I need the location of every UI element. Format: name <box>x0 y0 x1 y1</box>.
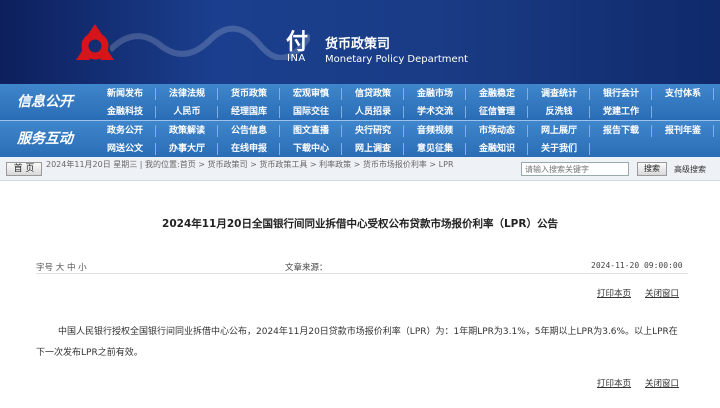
article-date: 2024-11-20 09:00:00 <box>591 261 683 270</box>
meta-divider <box>36 273 688 274</box>
banner-decoration <box>110 25 310 60</box>
close-window-link[interactable]: 关闭窗口 <box>645 379 679 389</box>
main-nav: 信息公开 新闻发布 法律法规 货币政策 宏观审慎 信贷政策 金融市场 金融稳定 调查统计 银行会… <box>0 84 720 157</box>
nav-item-service-8[interactable]: 报告下载 <box>591 122 652 140</box>
nav-item-info-7[interactable]: 调查统计 <box>529 85 590 103</box>
font-size-small[interactable]: 小 <box>78 263 87 273</box>
dept-name-cn: 货币政策司 <box>325 37 391 52</box>
nav-item-info-1[interactable]: 人民币 <box>157 103 218 121</box>
font-size-controls: 字号 大 中 小 <box>36 261 87 273</box>
nav-section-service: 服务互动 政务公开 政策解读 公告信息 图文直播 央行研究 音频视频 市场动态 网上展厅 报告下… <box>0 121 720 157</box>
breadcrumb: 2024年11月20日 星期三 | 我的位置:首页 > 货币政策司 > 货币政策… <box>46 160 454 169</box>
nav-item-service-5[interactable]: 意见征集 <box>405 140 466 158</box>
nav-item-info-2[interactable]: 货币政策 <box>219 85 280 103</box>
font-size-medium[interactable]: 中 <box>67 263 76 273</box>
nav-item-service-7[interactable]: 关于我们 <box>529 140 590 158</box>
close-window-link[interactable]: 关闭窗口 <box>645 289 679 299</box>
nav-item-service-0[interactable]: 政务公开 <box>95 122 156 140</box>
nav-item-info-6[interactable]: 金融稳定 <box>467 85 528 103</box>
nav-item-info-7[interactable]: 反洗钱 <box>529 103 590 121</box>
nav-item-service-5[interactable]: 音频视频 <box>405 122 466 140</box>
font-size-label: 字号 <box>36 263 54 273</box>
nav-section-title-info: 信息公开 <box>17 94 73 110</box>
nav-item-info-8[interactable]: 党建工作 <box>591 103 652 121</box>
nav-item-info-5[interactable]: 金融市场 <box>405 85 466 103</box>
nav-item-info-4[interactable]: 信贷政策 <box>343 85 404 103</box>
print-page-link[interactable]: 打印本页 <box>597 379 631 389</box>
nav-item-service-6[interactable]: 金融知识 <box>467 140 528 158</box>
nav-item-service-4[interactable]: 网上调查 <box>343 140 404 158</box>
nav-item-service-6[interactable]: 市场动态 <box>467 122 528 140</box>
article-actions-top: 打印本页 关闭窗口 <box>597 287 679 299</box>
nav-grid-service: 政务公开 政策解读 公告信息 图文直播 央行研究 音频视频 市场动态 网上展厅 报告下载 报刊年鉴… <box>95 121 720 157</box>
dept-logo-glyph: 付 <box>286 29 309 55</box>
nav-grid-info: 新闻发布 法律法规 货币政策 宏观审慎 信贷政策 金融市场 金融稳定 调查统计 银行会计 支付体系… <box>95 84 720 120</box>
advanced-search-link[interactable]: 高级搜索 <box>674 164 706 175</box>
dept-name-en: Monetary Policy Department <box>325 54 468 65</box>
nav-item-info-9[interactable]: 支付体系 <box>653 85 714 103</box>
nav-item-service-1[interactable]: 办事大厅 <box>157 140 218 158</box>
article-actions-bottom: 打印本页 关闭窗口 <box>597 377 679 389</box>
nav-item-service-7[interactable]: 网上展厅 <box>529 122 590 140</box>
nav-item-info-6[interactable]: 征信管理 <box>467 103 528 121</box>
nav-item-info-1[interactable]: 法律法规 <box>157 85 218 103</box>
nav-section-title-service: 服务互动 <box>17 131 73 147</box>
article-body: 中国人民银行授权全国银行间同业拆借中心公布，2024年11月20日贷款市场报价利… <box>36 327 678 358</box>
search-input[interactable] <box>521 162 629 176</box>
nav-item-service-9[interactable]: 报刊年鉴 <box>653 122 714 140</box>
dept-logo-en: INA <box>287 53 306 64</box>
nav-item-info-5[interactable]: 学术交流 <box>405 103 466 121</box>
print-page-link[interactable]: 打印本页 <box>597 289 631 299</box>
nav-item-info-4[interactable]: 人员招录 <box>343 103 404 121</box>
nav-item-info-3[interactable]: 国际交往 <box>281 103 342 121</box>
nav-item-service-2[interactable]: 公告信息 <box>219 122 280 140</box>
nav-item-service-3[interactable]: 下载中心 <box>281 140 342 158</box>
nav-item-service-4[interactable]: 央行研究 <box>343 122 404 140</box>
nav-item-info-2[interactable]: 经理国库 <box>219 103 280 121</box>
nav-item-info-0[interactable]: 新闻发布 <box>95 85 156 103</box>
nav-item-service-2[interactable]: 在线申报 <box>219 140 280 158</box>
nav-item-info-8[interactable]: 银行会计 <box>591 85 652 103</box>
site-banner: 付 INA 货币政策司 Monetary Policy Department <box>0 0 720 84</box>
search-button[interactable]: 搜索 <box>637 162 667 176</box>
nav-item-service-0[interactable]: 网送公文 <box>95 140 156 158</box>
pboc-logo-icon <box>76 24 114 60</box>
font-size-large[interactable]: 大 <box>56 263 65 273</box>
nav-item-info-0[interactable]: 金融科技 <box>95 103 156 121</box>
home-button[interactable]: 首 页 <box>6 162 42 176</box>
nav-item-info-3[interactable]: 宏观审慎 <box>281 85 342 103</box>
nav-section-info: 信息公开 新闻发布 法律法规 货币政策 宏观审慎 信贷政策 金融市场 金融稳定 调查统计 银行会… <box>0 84 720 120</box>
nav-item-service-1[interactable]: 政策解读 <box>157 122 218 140</box>
nav-item-service-3[interactable]: 图文直播 <box>281 122 342 140</box>
article-source: 文章来源： <box>285 263 328 273</box>
breadcrumb-bar: 首 页 2024年11月20日 星期三 | 我的位置:首页 > 货币政策司 > … <box>0 157 720 181</box>
article-title: 2024年11月20日全国银行间同业拆借中心受权公布贷款市场报价利率（LPR）公… <box>162 218 558 230</box>
